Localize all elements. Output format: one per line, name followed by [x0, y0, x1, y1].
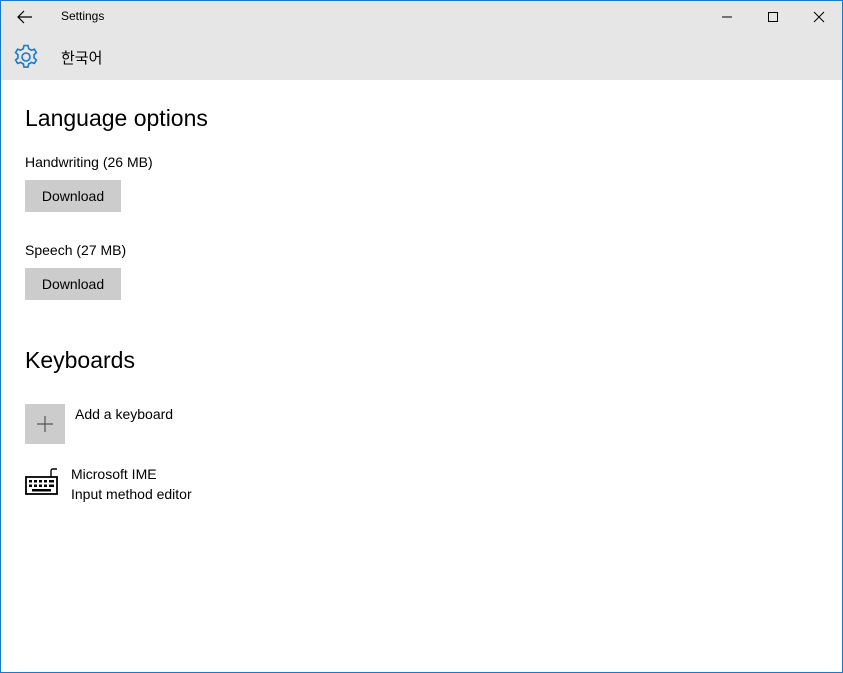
- speech-label: Speech (27 MB): [25, 242, 127, 258]
- page-title: 한국어: [61, 49, 103, 67]
- window-title: Settings: [61, 9, 105, 23]
- back-button[interactable]: [9, 3, 41, 31]
- settings-window: Settings 한국어 Language options Handwritin…: [0, 0, 843, 673]
- keyboard-icon: [25, 468, 58, 495]
- add-keyboard-button[interactable]: [25, 404, 65, 444]
- back-arrow-icon: [17, 10, 32, 24]
- close-icon: [813, 11, 825, 23]
- keyboard-description: Input method editor: [71, 486, 192, 502]
- keyboard-item-microsoft-ime[interactable]: Microsoft IME Input method editor: [25, 464, 325, 508]
- keyboard-name: Microsoft IME: [71, 466, 157, 482]
- minimize-icon: [722, 16, 732, 18]
- maximize-icon: [768, 12, 778, 22]
- gear-icon: [14, 44, 38, 68]
- maximize-button[interactable]: [750, 1, 796, 33]
- plus-icon: [37, 416, 53, 432]
- handwriting-label: Handwriting (26 MB): [25, 154, 153, 170]
- language-options-heading: Language options: [25, 105, 208, 131]
- minimize-button[interactable]: [704, 1, 750, 33]
- handwriting-download-button[interactable]: Download: [25, 180, 121, 212]
- keyboards-heading: Keyboards: [25, 347, 135, 373]
- page-header: 한국어: [1, 33, 842, 80]
- title-bar: Settings: [1, 1, 842, 33]
- speech-download-button[interactable]: Download: [25, 268, 121, 300]
- close-button[interactable]: [796, 1, 842, 33]
- add-keyboard-label[interactable]: Add a keyboard: [75, 406, 173, 422]
